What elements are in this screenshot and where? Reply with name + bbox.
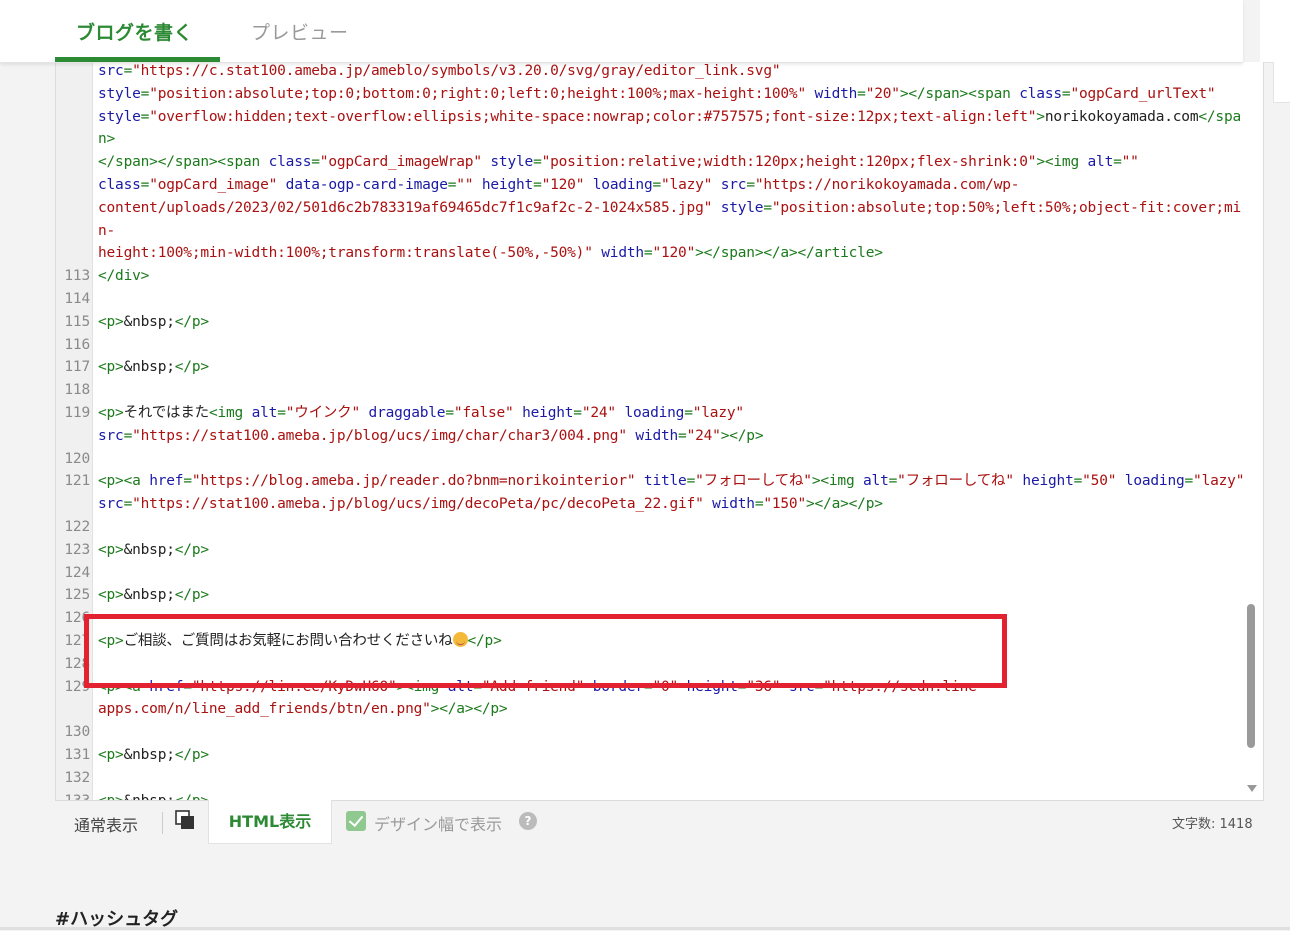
line-code-text: <p>それではまた<img alt="ウインク" draggable="fals… xyxy=(98,404,744,421)
active-tab-indicator xyxy=(55,57,220,62)
code-line[interactable]: 118​ xyxy=(56,379,1246,402)
line-code-text: apps.com/n/line_add_friends/btn/en.png">… xyxy=(98,701,508,718)
right-panel-top xyxy=(1260,0,1290,63)
html-code-editor[interactable]: src="https://c.stat100.ameba.jp/ameblo/s… xyxy=(55,62,1264,801)
line-number: 119 xyxy=(64,404,90,421)
code-line[interactable]: 117 <p>&nbsp;</p> xyxy=(56,356,1246,379)
line-code-text: src="https://stat100.ameba.jp/blog/ucs/i… xyxy=(98,427,764,444)
line-number: 131 xyxy=(64,746,90,763)
code-line[interactable]: src="https://stat100.ameba.jp/blog/ucs/i… xyxy=(56,425,1246,448)
line-code-text: <p>&nbsp;</p> xyxy=(98,587,209,604)
help-icon[interactable]: ? xyxy=(519,812,537,830)
line-number: 121 xyxy=(64,473,90,490)
line-number: 113 xyxy=(64,268,90,285)
line-number: 123 xyxy=(64,541,90,558)
code-line[interactable]: 113 </div> xyxy=(56,265,1246,288)
code-line[interactable]: </span></span><span class="ogpCard_image… xyxy=(56,151,1246,174)
editor-scrollbar[interactable] xyxy=(1244,62,1258,800)
line-number: 116 xyxy=(64,336,90,353)
scrollbar-thumb[interactable] xyxy=(1247,604,1255,748)
line-code-text: <p>&nbsp;</p> xyxy=(98,541,209,558)
line-number: 124 xyxy=(64,564,90,581)
line-code-text: src="https://stat100.ameba.jp/blog/ucs/i… xyxy=(98,496,883,513)
code-line[interactable]: style="position:absolute;top:0;bottom:0;… xyxy=(56,83,1246,106)
line-code-text: </div> xyxy=(98,268,150,285)
code-line[interactable]: 131 <p>&nbsp;</p> xyxy=(56,744,1246,767)
design-width-checkbox[interactable] xyxy=(346,811,366,831)
line-number: 125 xyxy=(64,587,90,604)
code-line[interactable]: 120​ xyxy=(56,448,1246,471)
line-code-text: height:100%;min-width:100%;transform:tra… xyxy=(98,245,883,262)
line-code-text: <p>&nbsp;</p> xyxy=(98,746,209,763)
right-panel-edge xyxy=(1273,62,1290,103)
line-number: 130 xyxy=(64,724,90,741)
design-width-label: デザイン幅で表示 xyxy=(374,815,503,834)
line-code-text: class="ogpCard_image" data-ogp-card-imag… xyxy=(98,176,1020,193)
code-line[interactable]: 119 <p>それではまた<img alt="ウインク" draggable="f… xyxy=(56,402,1246,425)
code-line[interactable]: 125 <p>&nbsp;</p> xyxy=(56,584,1246,607)
line-number: 115 xyxy=(64,313,90,330)
code-line[interactable]: src="https://c.stat100.ameba.jp/ameblo/s… xyxy=(56,62,1246,83)
line-code-text: <p>&nbsp;</p> xyxy=(98,359,209,376)
line-code-text: style="position:absolute;top:0;bottom:0;… xyxy=(98,85,1216,102)
code-line[interactable]: src="https://stat100.ameba.jp/blog/ucs/i… xyxy=(56,493,1246,516)
line-code-text: style="overflow:hidden;text-overflow:ell… xyxy=(98,108,1242,148)
highlight-box xyxy=(84,614,1007,688)
code-line[interactable]: 130​ xyxy=(56,721,1246,744)
normal-view-button[interactable]: 通常表示 xyxy=(74,812,138,836)
editor-tabs: ブログを書く プレビュー xyxy=(0,0,1243,63)
line-number: 132 xyxy=(64,769,90,786)
code-line[interactable]: class="ogpCard_image" data-ogp-card-imag… xyxy=(56,174,1246,197)
char-count: 文字数: 1418 xyxy=(1172,817,1253,832)
tab-preview[interactable]: プレビュー xyxy=(251,18,349,45)
code-line[interactable]: 123 <p>&nbsp;</p> xyxy=(56,539,1246,562)
code-content[interactable]: src="https://c.stat100.ameba.jp/ameblo/s… xyxy=(56,62,1246,800)
code-line[interactable]: 124​ xyxy=(56,562,1246,585)
line-number: 120 xyxy=(64,450,90,467)
line-code-text: <p>&nbsp;</p> xyxy=(98,313,209,330)
html-view-button[interactable]: HTML表示 xyxy=(208,800,332,844)
code-line[interactable]: 115 <p>&nbsp;</p> xyxy=(56,311,1246,334)
line-code-text: src="https://c.stat100.ameba.jp/ameblo/s… xyxy=(98,63,781,79)
code-line[interactable]: style="overflow:hidden;text-overflow:ell… xyxy=(56,106,1246,152)
code-line[interactable]: 116​ xyxy=(56,334,1246,357)
copy-icon[interactable] xyxy=(175,810,195,830)
code-line[interactable]: 122​ xyxy=(56,516,1246,539)
code-line[interactable]: apps.com/n/line_add_friends/btn/en.png">… xyxy=(56,698,1246,721)
line-number: 114 xyxy=(64,290,90,307)
code-line[interactable]: 132​ xyxy=(56,767,1246,790)
line-code-text: content/uploads/2023/02/501d6c2b783319af… xyxy=(98,199,1242,239)
code-line[interactable]: 121 <p><a href="https://blog.ameba.jp/rea… xyxy=(56,470,1246,493)
line-code-text: <p><a href="https://blog.ameba.jp/reader… xyxy=(98,473,1245,490)
line-number: 117 xyxy=(64,359,90,376)
line-number: 118 xyxy=(64,382,90,399)
editor-mode-bar: 通常表示 HTML表示 デザイン幅で表示 ? 文字数: 1418 xyxy=(55,800,1262,846)
code-line[interactable]: 114​ xyxy=(56,288,1246,311)
divider xyxy=(162,812,163,834)
code-line[interactable]: content/uploads/2023/02/501d6c2b783319af… xyxy=(56,197,1246,243)
tab-write-blog[interactable]: ブログを書く xyxy=(76,18,193,45)
line-code-text: </span></span><span class="ogpCard_image… xyxy=(98,154,1139,171)
line-number: 122 xyxy=(64,518,90,535)
code-line[interactable]: height:100%;min-width:100%;transform:tra… xyxy=(56,242,1246,265)
scroll-down-arrow-icon[interactable] xyxy=(1247,785,1257,792)
